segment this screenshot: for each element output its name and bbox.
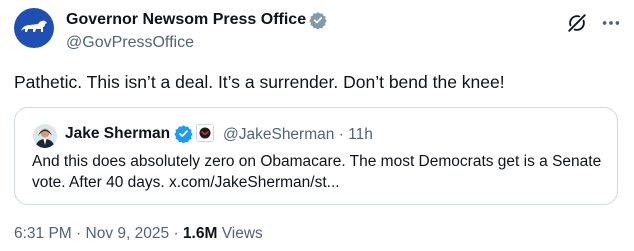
quote-author-name[interactable]: Jake Sherman (65, 124, 170, 143)
separator: · (173, 225, 179, 242)
author-name[interactable]: Governor Newsom Press Office (66, 10, 306, 29)
tweet-time[interactable]: 6:31 PM (14, 225, 72, 242)
quote-author-avatar[interactable] (33, 124, 57, 148)
author-avatar[interactable] (14, 8, 54, 48)
more-icon[interactable] (600, 12, 622, 34)
tweet-meta: 6:31 PM · Nov 9, 2025 · 1.6M Views (14, 224, 263, 243)
views-label: Views (221, 225, 263, 242)
grok-icon[interactable] (566, 12, 588, 34)
views-count[interactable]: 1.6M (183, 225, 217, 242)
quote-text: And this does absolutely zero on Obamaca… (32, 153, 602, 191)
person-avatar-icon (33, 124, 57, 148)
quote-meta: @JakeSherman · 11h (223, 125, 373, 144)
tweet-text: Pathetic. This isn’t a deal. It’s a surr… (14, 72, 505, 92)
quote-time[interactable]: 11h (348, 126, 373, 143)
quote-author-handle[interactable]: @JakeSherman (223, 126, 334, 143)
tweet-date[interactable]: Nov 9, 2025 (86, 225, 170, 242)
affiliate-badge-icon (196, 124, 214, 142)
tweet[interactable]: Governor Newsom Press Office @GovPressOf… (0, 0, 634, 251)
author-handle[interactable]: @GovPressOffice (66, 33, 194, 52)
verified-badge-icon (174, 125, 193, 143)
verified-badge-icon (309, 12, 327, 29)
separator: · (338, 126, 344, 143)
separator: · (76, 225, 82, 242)
quoted-tweet[interactable]: Jake Sherman @JakeSherman · 11h And this… (14, 107, 618, 205)
california-bear-icon (21, 20, 47, 32)
